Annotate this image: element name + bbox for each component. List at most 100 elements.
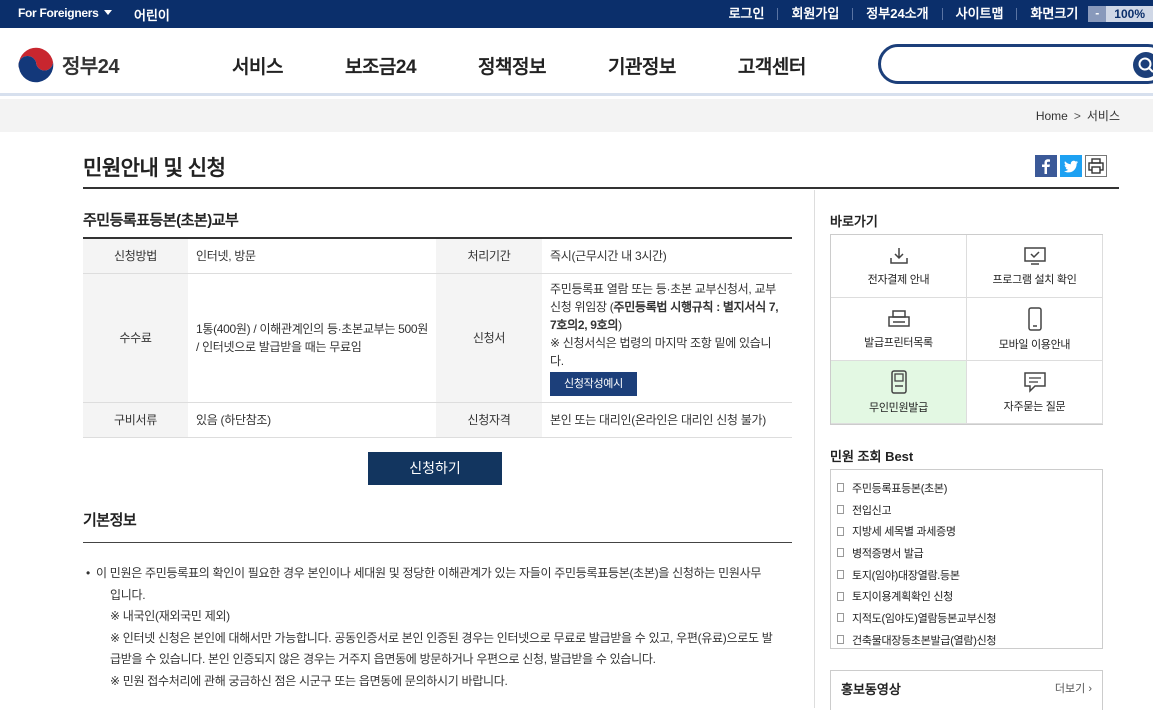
document-icon bbox=[837, 483, 844, 493]
printer-icon bbox=[1088, 158, 1104, 174]
form-value: 주민등록표 열람 또는 등·초본 교부신청서, 교부신청 위임장 (주민등록법 … bbox=[542, 273, 792, 403]
quick-link-label: 전자결제 안내 bbox=[867, 273, 930, 286]
printer-icon bbox=[887, 309, 910, 327]
for-foreigners-menu[interactable]: For Foreigners bbox=[18, 6, 113, 20]
table-row: 수수료 1통(400원) / 이해관계인의 등·초본교부는 500원 / 인터넷… bbox=[83, 273, 792, 403]
quick-link-program-check[interactable]: 프로그램 설치 확인 bbox=[967, 235, 1103, 298]
login-link[interactable]: 로그인 bbox=[716, 7, 778, 20]
quick-link-payment[interactable]: 전자결제 안내 bbox=[831, 235, 967, 298]
promo-video-title: 홍보동영상 bbox=[841, 682, 901, 697]
zoom-minus-button[interactable]: - bbox=[1088, 6, 1107, 22]
list-item-label: 토지이용계획확인 신청 bbox=[852, 591, 953, 604]
list-item[interactable]: 토지이용계획확인 신청 bbox=[837, 585, 1102, 607]
bullet-icon: • bbox=[86, 566, 90, 580]
basic-info-divider bbox=[83, 542, 792, 543]
global-nav: 서비스 보조금24 정책정보 기관정보 고객센터 bbox=[232, 52, 868, 79]
form-value-close: ) bbox=[618, 317, 622, 332]
facebook-share-button[interactable] bbox=[1035, 155, 1057, 177]
sitemap-link[interactable]: 사이트맵 bbox=[941, 7, 1017, 20]
apply-button[interactable]: 신청하기 bbox=[368, 452, 502, 485]
twitter-icon bbox=[1060, 155, 1082, 177]
period-value: 즉시(근무시간 내 3시간) bbox=[542, 238, 792, 274]
mobile-phone-icon bbox=[1027, 306, 1042, 331]
top-utility-bar: For Foreigners 어린이 로그인 회원가입 정부24소개 사이트맵 … bbox=[0, 0, 1153, 28]
main-header: 정부24 서비스 보조금24 정책정보 기관정보 고객센터 bbox=[0, 28, 1153, 96]
print-button[interactable] bbox=[1085, 155, 1107, 177]
more-link[interactable]: 더보기 › bbox=[1055, 680, 1092, 696]
list-item[interactable]: 건축물대장등초본발급(열람)신청 bbox=[837, 629, 1102, 651]
breadcrumb-bar: Home > 서비스 bbox=[0, 99, 1153, 132]
service-title: 주민등록표등본(초본)교부 bbox=[83, 212, 239, 229]
nav-agency[interactable]: 기관정보 bbox=[608, 52, 676, 79]
nav-services[interactable]: 서비스 bbox=[232, 52, 283, 79]
document-icon bbox=[837, 505, 844, 515]
quick-link-label: 자주묻는 질문 bbox=[1003, 400, 1066, 413]
download-icon bbox=[889, 247, 908, 264]
docs-value: 있음 (하단참조) bbox=[188, 402, 436, 438]
promo-video-box: 홍보동영상 더보기 › bbox=[830, 670, 1103, 710]
fee-value: 1통(400원) / 이해관계인의 등·초본교부는 500원 / 인터넷으로 발… bbox=[188, 273, 436, 403]
basic-info-note: ※ 내국인(재외국민 제외) bbox=[110, 609, 230, 623]
about-link[interactable]: 정부24소개 bbox=[852, 7, 941, 20]
for-foreigners-label: For Foreigners bbox=[18, 6, 99, 20]
search-input[interactable] bbox=[878, 44, 1153, 84]
quick-link-label: 무인민원발급 bbox=[869, 401, 928, 414]
quick-link-printers[interactable]: 발급프린터목록 bbox=[831, 298, 967, 361]
top-links: 로그인 회원가입 정부24소개 사이트맵 화면크기 - 100% bbox=[716, 0, 1153, 28]
basic-info-note: 급받을 수 있습니다. 본인 인증되지 않은 경우는 거주지 읍면동에 방문하거… bbox=[110, 652, 656, 666]
list-item-label: 주민등록표등본(초본) bbox=[852, 482, 948, 495]
quick-links-grid: 전자결제 안내 프로그램 설치 확인 발급프린터목록 모바일 이용안내 무인민원… bbox=[830, 234, 1103, 425]
nav-subsidy[interactable]: 보조금24 bbox=[345, 52, 417, 79]
method-label: 신청방법 bbox=[83, 238, 188, 274]
chevron-right-icon: > bbox=[1073, 108, 1081, 123]
breadcrumb-home[interactable]: Home bbox=[1036, 109, 1068, 123]
list-item-label: 지적도(임야도)열람등본교부신청 bbox=[852, 612, 997, 625]
basic-info-content: • 이 민원은 주민등록표의 확인이 필요한 경우 본인이나 세대원 및 정당한… bbox=[86, 563, 786, 692]
list-item-label: 건축물대장등초본발급(열람)신청 bbox=[852, 634, 997, 647]
method-value: 인터넷, 방문 bbox=[188, 238, 436, 274]
document-icon bbox=[837, 635, 844, 645]
site-logo[interactable]: 정부24 bbox=[16, 44, 120, 84]
nav-customer-center[interactable]: 고객센터 bbox=[738, 52, 806, 79]
signup-link[interactable]: 회원가입 bbox=[777, 7, 852, 20]
quick-links-title: 바로가기 bbox=[830, 214, 878, 229]
quick-link-label: 모바일 이용안내 bbox=[998, 338, 1071, 351]
best-title: 민원 조회 Best bbox=[830, 449, 914, 464]
page-title: 민원안내 및 신청 bbox=[83, 157, 226, 180]
basic-info-line: 입니다. bbox=[110, 587, 146, 602]
list-item[interactable]: 토지(임야)대장열람.등본 bbox=[837, 564, 1102, 586]
zoom-control: - 100% bbox=[1088, 6, 1153, 22]
form-example-button[interactable]: 신청작성예시 bbox=[550, 371, 637, 396]
quick-link-kiosk[interactable]: 무인민원발급 bbox=[831, 361, 967, 424]
quick-link-faq[interactable]: 자주묻는 질문 bbox=[967, 361, 1103, 424]
fee-label: 수수료 bbox=[83, 273, 188, 403]
list-item[interactable]: 지적도(임야도)열람등본교부신청 bbox=[837, 607, 1102, 629]
service-info-table: 신청방법 인터넷, 방문 처리기간 즉시(근무시간 내 3시간) 수수료 1통(… bbox=[83, 237, 792, 438]
kids-link[interactable]: 어린이 bbox=[134, 5, 170, 24]
docs-label: 구비서류 bbox=[83, 402, 188, 438]
table-row: 신청방법 인터넷, 방문 처리기간 즉시(근무시간 내 3시간) bbox=[83, 238, 792, 274]
list-item[interactable]: 주민등록표등본(초본) bbox=[837, 477, 1102, 499]
search-button[interactable] bbox=[1133, 52, 1153, 78]
list-item[interactable]: 전입신고 bbox=[837, 499, 1102, 521]
search-icon bbox=[1138, 57, 1153, 73]
quick-link-mobile[interactable]: 모바일 이용안내 bbox=[967, 298, 1103, 361]
basic-info-title: 기본정보 bbox=[83, 512, 137, 529]
caret-down-icon bbox=[104, 10, 113, 15]
breadcrumb-current[interactable]: 서비스 bbox=[1087, 107, 1120, 124]
monitor-check-icon bbox=[1023, 246, 1046, 265]
list-item-label: 전입신고 bbox=[852, 504, 892, 517]
nav-policy[interactable]: 정책정보 bbox=[478, 52, 546, 79]
qual-value: 본인 또는 대리인(온라인은 대리인 신청 불가) bbox=[542, 402, 792, 438]
best-list: 주민등록표등본(초본) 전입신고 지방세 세목별 과세증명 병적증명서 발급 토… bbox=[830, 469, 1103, 649]
list-item[interactable]: 병적증명서 발급 bbox=[837, 542, 1102, 564]
twitter-share-button[interactable] bbox=[1060, 155, 1082, 177]
basic-info-line: 이 민원은 주민등록표의 확인이 필요한 경우 본인이나 세대원 및 정당한 이… bbox=[96, 566, 762, 580]
list-item[interactable]: 지방세 세목별 과세증명 bbox=[837, 520, 1102, 542]
list-item-label: 지방세 세목별 과세증명 bbox=[852, 526, 956, 539]
form-note: ※ 신청서식은 법령의 마지막 조항 밑에 있습니다. bbox=[550, 335, 772, 368]
document-icon bbox=[837, 613, 844, 623]
sidebar-divider bbox=[814, 190, 815, 708]
qual-label: 신청자격 bbox=[436, 402, 542, 438]
table-row: 구비서류 있음 (하단참조) 신청자격 본인 또는 대리인(온라인은 대리인 신… bbox=[83, 402, 792, 438]
